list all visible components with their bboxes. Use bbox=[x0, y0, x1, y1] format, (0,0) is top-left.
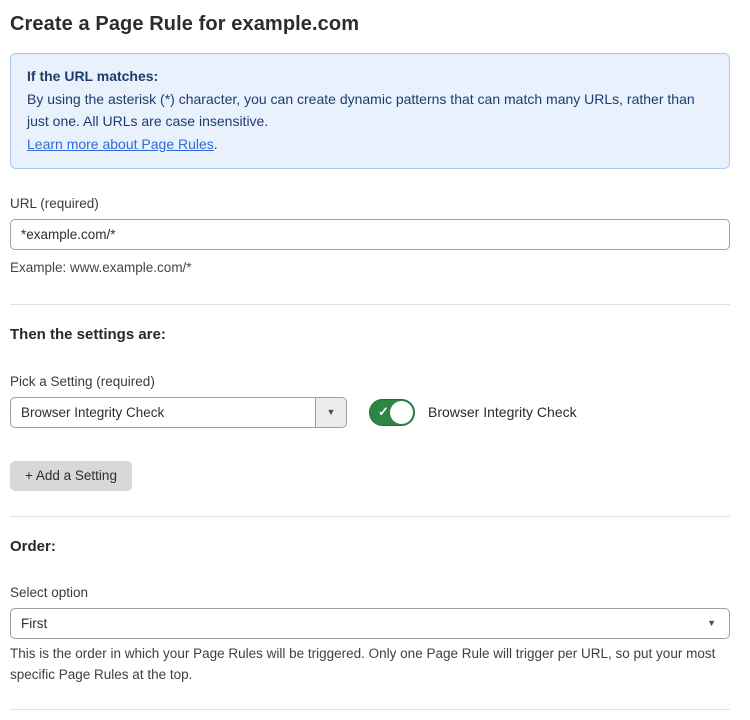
add-setting-wrap: + Add a Setting bbox=[10, 461, 730, 491]
order-select[interactable]: First ▼ bbox=[10, 608, 730, 639]
add-setting-button[interactable]: + Add a Setting bbox=[10, 461, 132, 491]
divider bbox=[10, 304, 730, 305]
toggle-knob bbox=[390, 401, 413, 424]
url-match-infobox: If the URL matches: By using the asteris… bbox=[10, 53, 730, 169]
infobox-link-line: Learn more about Page Rules. bbox=[27, 133, 713, 156]
infobox-heading: If the URL matches: bbox=[27, 65, 713, 88]
pick-setting-label: Pick a Setting (required) bbox=[10, 374, 730, 389]
setting-select-value: Browser Integrity Check bbox=[11, 398, 315, 427]
toggle-label: Browser Integrity Check bbox=[428, 404, 577, 420]
settings-heading: Then the settings are: bbox=[10, 326, 730, 343]
url-example-helper: Example: www.example.com/* bbox=[10, 258, 730, 279]
page-title: Create a Page Rule for example.com bbox=[10, 13, 730, 36]
url-label: URL (required) bbox=[10, 196, 730, 211]
chevron-down-icon: ▼ bbox=[707, 619, 716, 628]
divider bbox=[10, 516, 730, 517]
url-field: URL (required) Example: www.example.com/… bbox=[10, 196, 730, 279]
chevron-down-icon: ▼ bbox=[327, 408, 336, 417]
link-suffix: . bbox=[214, 136, 218, 152]
learn-more-link[interactable]: Learn more about Page Rules bbox=[27, 136, 214, 152]
setting-row: Browser Integrity Check ▼ ✓ Browser Inte… bbox=[10, 397, 730, 428]
infobox-body: By using the asterisk (*) character, you… bbox=[27, 88, 713, 133]
setting-select[interactable]: Browser Integrity Check ▼ bbox=[10, 397, 347, 428]
select-option-label: Select option bbox=[10, 585, 730, 600]
divider bbox=[10, 709, 730, 710]
setting-select-arrow-button[interactable]: ▼ bbox=[315, 398, 346, 427]
create-page-rule-form: Create a Page Rule for example.com If th… bbox=[0, 0, 750, 720]
order-heading: Order: bbox=[10, 538, 730, 555]
order-helper: This is the order in which your Page Rul… bbox=[10, 643, 730, 686]
browser-integrity-toggle[interactable]: ✓ bbox=[369, 399, 415, 426]
order-select-value: First bbox=[21, 616, 47, 631]
url-input[interactable] bbox=[10, 219, 730, 250]
check-icon: ✓ bbox=[378, 404, 389, 420]
